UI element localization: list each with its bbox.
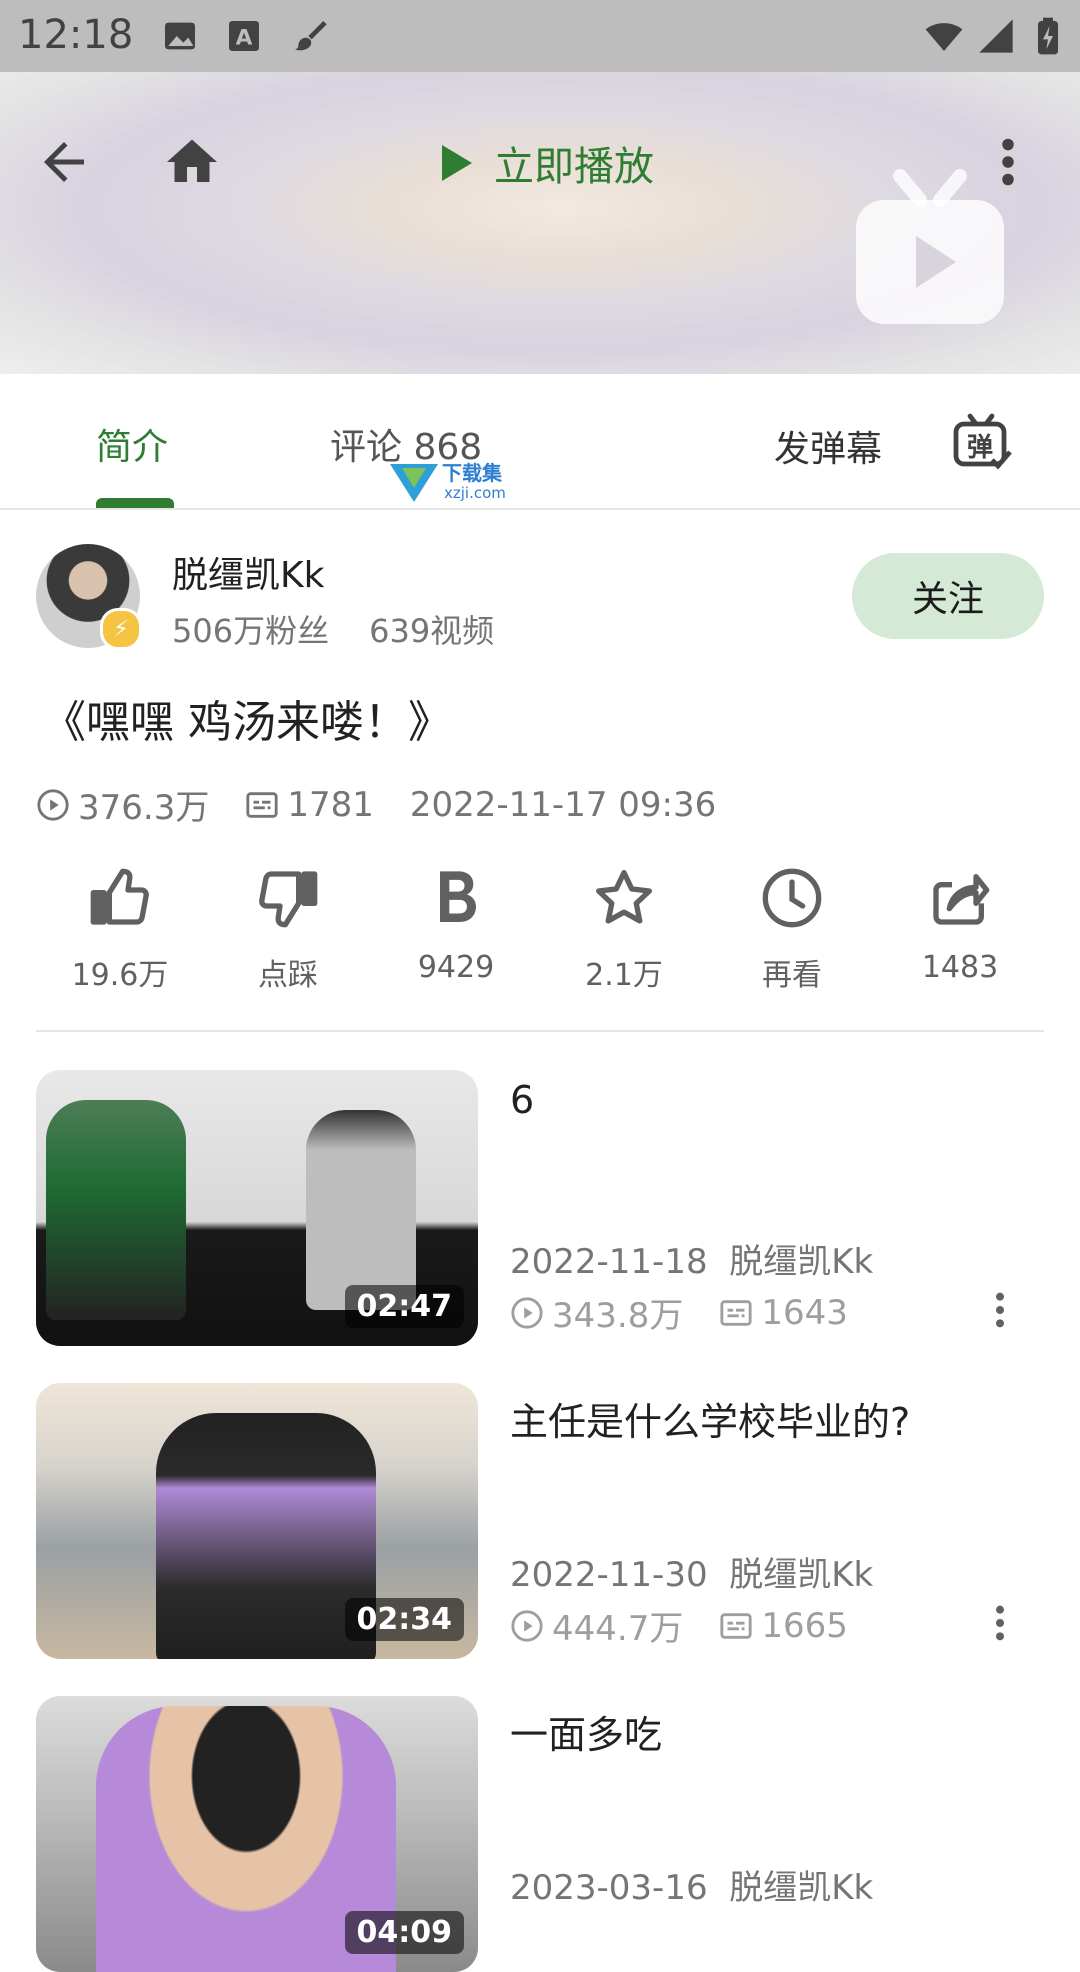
like-button[interactable]: 19.6万 [36, 866, 204, 994]
tab-intro[interactable]: 简介 [96, 418, 168, 470]
related-video-title: 一面多吃 [510, 1713, 663, 1757]
video-thumbnail[interactable]: 02:47 [36, 1070, 478, 1346]
share-count: 1483 [921, 950, 999, 985]
uploader-video-count: 639视频 [369, 612, 495, 650]
watch-later-label: 再看 [762, 958, 822, 993]
related-video-meta: 2022-11-18 脱缰凯Kk [510, 1242, 874, 1282]
tv-play-logo-icon [856, 169, 1004, 324]
views-icon [37, 788, 69, 821]
list-item[interactable]: 04:09 一面多吃 2023-03-16 脱缰凯Kk [0, 1696, 1080, 1972]
share-button[interactable]: 1483 [876, 866, 1044, 985]
svg-text:xzji.com: xzji.com [444, 484, 506, 502]
play-now-label: 立即播放 [494, 144, 654, 190]
favorite-count: 2.1万 [585, 958, 663, 993]
video-meta: 376.3万 1781 2022-11-17 09:36 [36, 780, 716, 829]
related-video-stats: 343.8万 1643 [510, 1288, 848, 1337]
list-item[interactable]: 02:47 6 2022-11-18 脱缰凯Kk 343.8万 1643 [0, 1070, 1080, 1346]
dislike-button[interactable]: 点踩 [204, 866, 372, 994]
watch-later-button[interactable]: 再看 [708, 866, 876, 994]
related-video-title: 主任是什么学校毕业的? [510, 1400, 911, 1444]
svg-text:A: A [236, 25, 253, 50]
cell-signal-icon [979, 19, 1013, 53]
star-icon [596, 870, 652, 924]
related-video-stats: 444.7万 1665 [510, 1601, 848, 1650]
video-thumbnail[interactable]: 02:34 [36, 1383, 478, 1659]
coin-count: 9429 [417, 950, 495, 985]
share-icon [933, 874, 990, 925]
video-duration: 02:34 [344, 1598, 464, 1641]
coin-icon [440, 871, 476, 922]
publish-date: 2022-11-17 09:36 [409, 784, 717, 825]
danmaku-toggle-icon[interactable]: 弹 [950, 412, 1014, 476]
coin-button[interactable]: 9429 [372, 866, 540, 985]
status-time: 12:18 [18, 12, 134, 58]
text-notification-icon: A [229, 21, 259, 51]
views-icon [511, 1609, 543, 1642]
follow-button[interactable]: 关注 [852, 553, 1044, 639]
uploader-fans: 506万粉丝 [172, 612, 330, 650]
views-icon [511, 1296, 543, 1329]
wifi-icon [925, 23, 963, 51]
home-icon[interactable] [162, 132, 222, 192]
clock-icon [762, 868, 822, 928]
status-bar: 12:18 A [0, 0, 1080, 72]
brush-notification-icon [295, 21, 327, 51]
thumb-up-icon [90, 868, 149, 925]
danmaku-icon-text: 弹 [967, 433, 993, 463]
uploader-name[interactable]: 脱缰凯Kk [172, 546, 324, 598]
more-vertical-icon[interactable] [984, 1290, 1016, 1330]
danmaku-count-icon [246, 791, 278, 818]
detail-tabs: 简介 评论 868 发弹幕 弹 下载集 xzji.com [0, 374, 1080, 510]
tab-indicator [96, 498, 174, 508]
send-danmaku-button[interactable]: 发弹幕 [774, 420, 882, 472]
thumb-down-icon [259, 871, 318, 928]
video-duration: 02:47 [344, 1285, 464, 1328]
back-arrow-icon[interactable] [34, 132, 94, 192]
danmaku-count-icon [720, 1612, 752, 1639]
view-count: 376.3万 [78, 788, 210, 828]
lightning-badge-icon: ⚡ [100, 608, 142, 650]
like-count: 19.6万 [71, 958, 169, 993]
related-video-title: 6 [510, 1078, 535, 1122]
danmaku-count-icon [720, 1299, 752, 1326]
play-icon [442, 145, 472, 181]
svg-text:下载集: 下载集 [442, 461, 503, 485]
video-thumbnail[interactable]: 04:09 [36, 1696, 478, 1972]
video-title[interactable]: 《嘿嘿 鸡汤来喽！》 [42, 686, 452, 750]
uploader-stats: 506万粉丝 639视频 [172, 606, 494, 652]
more-vertical-icon[interactable] [984, 1603, 1016, 1643]
favorite-button[interactable]: 2.1万 [540, 866, 708, 994]
list-item[interactable]: 02:34 主任是什么学校毕业的? 2022-11-30 脱缰凯Kk 444.7… [0, 1383, 1080, 1659]
battery-icon [1038, 17, 1058, 55]
related-video-meta: 2022-11-30 脱缰凯Kk [510, 1555, 874, 1595]
watermark-logo: 下载集 xzji.com [390, 461, 506, 502]
danmaku-count: 1781 [287, 784, 374, 825]
image-notification-icon [165, 22, 195, 50]
section-divider [36, 1030, 1044, 1032]
video-cover[interactable]: 立即播放 [0, 72, 1080, 374]
dislike-label: 点踩 [258, 958, 318, 993]
related-video-meta: 2023-03-16 脱缰凯Kk [510, 1868, 874, 1908]
video-duration: 04:09 [344, 1911, 464, 1954]
play-now-button[interactable]: 立即播放 [440, 128, 654, 198]
